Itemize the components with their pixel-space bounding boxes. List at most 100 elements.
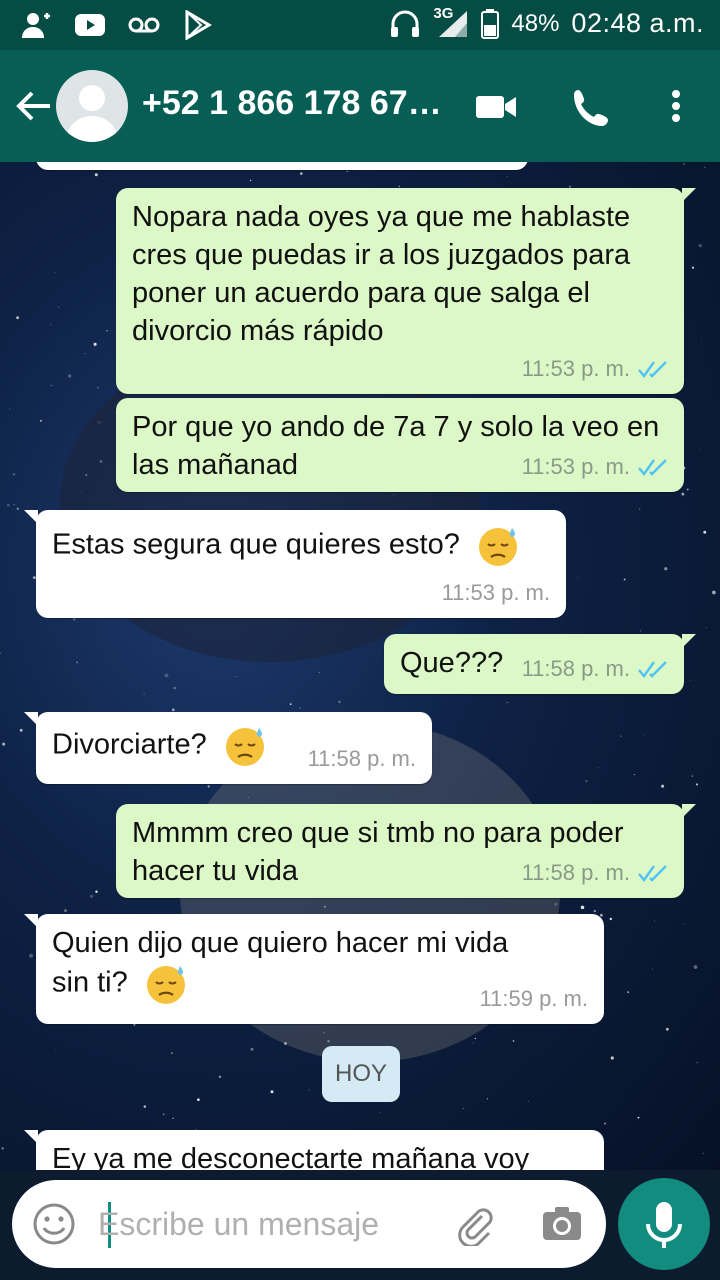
youtube-icon: [75, 14, 105, 36]
star: [698, 243, 702, 248]
phone-icon[interactable]: [570, 86, 614, 126]
double-check-read-icon: [638, 865, 667, 882]
message-meta: 11:58 p. m.: [308, 740, 416, 778]
headphones-icon: [391, 10, 420, 37]
chat-area[interactable]: Nopara nada oyes ya que me hablaste cres…: [0, 162, 720, 1170]
more-vert-icon[interactable]: [654, 86, 698, 126]
star: [300, 172, 303, 175]
mic-button[interactable]: [618, 1178, 710, 1270]
add-contact-icon: [22, 13, 50, 38]
star: [250, 1047, 254, 1051]
star: [637, 1116, 640, 1119]
star: [270, 1090, 274, 1094]
star: [299, 707, 301, 709]
message-text: Nopara nada oyes ya que me hablaste cres…: [132, 201, 631, 347]
star: [639, 629, 642, 632]
message-bubble-outgoing[interactable]: Por que yo ando de 7a 7 y solo la veo en…: [116, 398, 684, 492]
sad-sweat-emoji: [146, 966, 185, 1004]
signal-icon: 3G: [433, 5, 469, 39]
bubble-tail: [682, 188, 696, 202]
message-time: 11:53 p. m.: [441, 580, 550, 605]
message-time: 11:58 p. m.: [521, 860, 630, 885]
message-meta: 11:58 p. m.: [522, 854, 668, 892]
star: [6, 503, 10, 507]
double-check-read-icon: [638, 661, 667, 678]
star: [94, 173, 98, 177]
star: [64, 909, 67, 913]
avatar-placeholder-icon: [66, 85, 118, 142]
message-time: 11:58 p. m.: [521, 656, 630, 681]
star: [623, 578, 626, 581]
star: [2, 742, 6, 746]
star: [218, 1075, 222, 1079]
star: [633, 773, 635, 776]
star: [506, 176, 508, 178]
voicemail-icon: [128, 17, 160, 33]
star: [12, 473, 16, 476]
star: [512, 1040, 515, 1042]
star: [19, 728, 23, 732]
camera-icon[interactable]: [540, 1202, 584, 1246]
attachment-icon[interactable]: [452, 1202, 496, 1246]
message-meta: 11:53 p. m.: [522, 350, 668, 388]
star: [620, 735, 622, 737]
sad-sweat-emoji: [225, 728, 264, 766]
message-bubble-outgoing[interactable]: Nopara nada oyes ya que me hablaste cres…: [116, 188, 696, 394]
star: [701, 340, 703, 342]
avatar[interactable]: [56, 70, 128, 142]
star: [170, 1052, 173, 1055]
star: [686, 488, 689, 491]
double-check-read-icon: [638, 361, 667, 378]
star: [197, 1098, 200, 1102]
star: [597, 767, 599, 768]
message-bubble-incoming[interactable]: Ey ya me desconectarte mañana voy: [24, 1130, 604, 1170]
message-time: 11:53 p. m.: [521, 454, 630, 479]
video-call-icon[interactable]: [474, 86, 518, 126]
back-arrow-icon[interactable]: [14, 86, 54, 126]
contact-name[interactable]: +52 1 866 178 67…: [142, 84, 452, 123]
message-text: Ey ya me desconectarte mañana voy: [52, 1143, 530, 1170]
star: [699, 449, 701, 451]
star: [338, 700, 341, 704]
message-meta: 11:53 p. m.: [442, 574, 550, 612]
star: [527, 1100, 529, 1102]
star: [55, 1049, 57, 1051]
chat-header: +52 1 866 178 67…: [0, 50, 720, 162]
message-bubble-outgoing[interactable]: Mmmm creo que si tmb no para poder hacer…: [116, 804, 696, 898]
bubble-tail: [24, 914, 38, 928]
microphone-icon: [646, 1202, 682, 1248]
star: [207, 785, 210, 788]
star: [89, 894, 94, 898]
star: [68, 374, 72, 378]
star: [654, 920, 656, 922]
star: [318, 671, 320, 673]
input-bar: [0, 1170, 720, 1280]
star: [652, 968, 653, 970]
star: [58, 306, 60, 308]
message-input[interactable]: [98, 1200, 428, 1248]
star: [95, 890, 98, 893]
emoji-icon[interactable]: [32, 1202, 76, 1246]
message-time: 11:58 p. m.: [307, 746, 416, 771]
star: [143, 693, 145, 695]
star: [691, 266, 695, 269]
star: [16, 316, 20, 320]
message-bubble-incoming[interactable]: Estas segura que quieres esto? 11:53 p. …: [24, 510, 566, 618]
star: [398, 185, 401, 188]
message-meta: 11:59 p. m.: [480, 980, 588, 1018]
message-bubble-incoming[interactable]: Quien dijo que quiero hacer mi vida sin …: [24, 914, 604, 1024]
star: [702, 1152, 705, 1155]
star: [235, 675, 237, 677]
star: [9, 408, 11, 410]
star: [693, 965, 698, 969]
star: [665, 1027, 669, 1031]
battery-percent: 48%: [511, 9, 560, 37]
message-composer[interactable]: [12, 1180, 606, 1268]
star: [577, 576, 579, 578]
play-store-icon: [185, 10, 212, 40]
message-bubble-incoming[interactable]: Divorciarte? 11:58 p. m.: [24, 712, 432, 784]
star: [704, 166, 706, 168]
star: [172, 1117, 174, 1119]
message-bubble-outgoing[interactable]: Que??? 11:58 p. m.: [384, 634, 696, 694]
star: [143, 1105, 147, 1108]
